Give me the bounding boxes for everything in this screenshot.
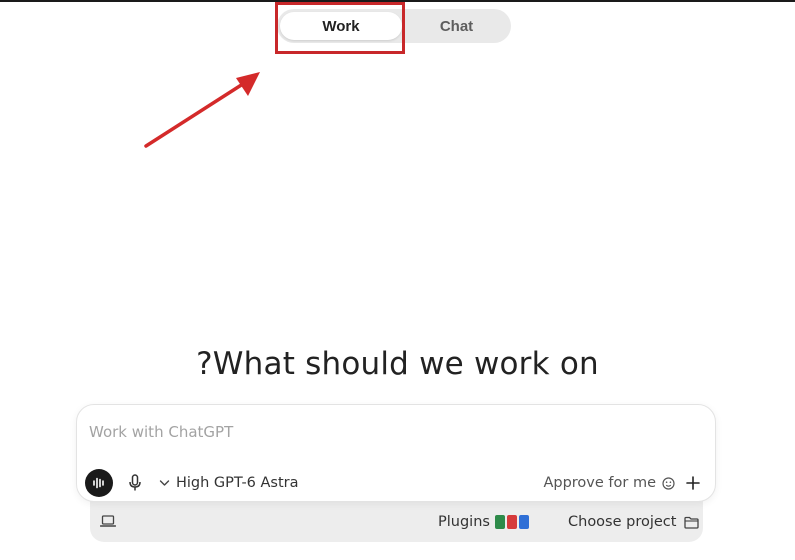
composer-footer: Plugins Choose project bbox=[90, 500, 703, 542]
plugins-label: Plugins bbox=[438, 514, 490, 530]
composer-input[interactable] bbox=[89, 421, 689, 443]
model-selector[interactable]: High GPT-6 Astra bbox=[159, 471, 299, 495]
plus-icon bbox=[686, 476, 700, 490]
pdf-plugin-icon bbox=[506, 515, 517, 529]
folder-icon bbox=[684, 516, 700, 529]
spreadsheet-plugin-icon bbox=[494, 515, 505, 529]
annotation-arrow bbox=[144, 72, 260, 148]
voice-waveform-icon bbox=[93, 477, 104, 489]
page-heading: ?What should we work on bbox=[196, 346, 599, 382]
chevron-down-icon bbox=[159, 480, 170, 486]
choose-project-label: Choose project bbox=[568, 514, 677, 530]
add-button[interactable] bbox=[683, 471, 703, 495]
voice-mode-button[interactable] bbox=[85, 469, 113, 497]
laptop-icon[interactable] bbox=[99, 514, 117, 528]
plugins-button[interactable]: Plugins bbox=[438, 512, 529, 532]
microphone-button[interactable] bbox=[125, 471, 145, 495]
approve-label: Approve for me bbox=[543, 475, 656, 491]
tab-work[interactable]: Work bbox=[280, 12, 402, 40]
window-top-border bbox=[0, 0, 795, 2]
model-label: High GPT-6 Astra bbox=[176, 475, 299, 491]
document-plugin-icon bbox=[518, 515, 529, 529]
smiley-icon bbox=[662, 476, 675, 490]
mode-toggle: Work Chat bbox=[277, 9, 511, 43]
composer: High GPT-6 Astra Approve for me bbox=[76, 404, 716, 502]
approve-for-me-button[interactable]: Approve for me bbox=[543, 471, 675, 495]
tab-chat[interactable]: Chat bbox=[402, 9, 511, 43]
choose-project-button[interactable]: Choose project bbox=[568, 512, 700, 532]
microphone-icon bbox=[129, 474, 141, 491]
